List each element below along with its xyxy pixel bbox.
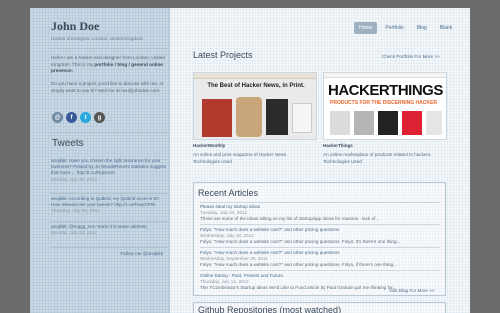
project-tech[interactable]: Technologies Used — [193, 159, 317, 164]
magazine-cover — [202, 99, 232, 137]
tweet-text: anujkkk: @mqgg_nnn Yeah! it is same addr… — [51, 224, 148, 229]
nav-portfolio[interactable]: Portfolio — [380, 22, 408, 34]
top-nav: Home Portfolio Blog Blank — [354, 22, 457, 34]
bio: Hello! I am a hacker and designer from L… — [51, 55, 166, 75]
thumb-header — [324, 73, 446, 78]
project-tech[interactable]: Technologies Used — [323, 159, 447, 164]
project-card[interactable]: HACKERTHINGS PRODUCTS FOR THE DISCERNING… — [323, 72, 447, 164]
tweet-time: Thursday, July 26, 2012 — [51, 208, 100, 214]
product-image — [402, 111, 422, 135]
nav-home[interactable]: Home — [354, 22, 378, 34]
divider — [50, 247, 168, 248]
sidebar: John Doe Hacker & Designer. London, Unit… — [30, 8, 170, 313]
divider — [50, 48, 168, 49]
recent-articles-panel: Recent Articles Please steal my startup … — [193, 182, 446, 296]
project-desc: An online marketplace of products relate… — [323, 152, 432, 157]
contact-text: Do you have a project you'd like to disc… — [51, 81, 164, 93]
product-image — [378, 111, 398, 135]
facebook-icon[interactable]: f — [66, 112, 77, 123]
follow-link[interactable]: Follow me @anujkkk — [121, 251, 163, 256]
project-thumbnail[interactable]: HACKERTHINGS PRODUCTS FOR THE DISCERNING… — [323, 72, 447, 140]
product-image — [330, 111, 350, 135]
twitter-icon[interactable]: t — [80, 112, 91, 123]
divider — [200, 202, 440, 203]
product-image — [354, 111, 374, 135]
article-item[interactable]: Folyo: "How much does a website cost?" a… — [200, 250, 440, 268]
portfolio-link[interactable]: Check Portfolio For More >> — [382, 54, 440, 59]
page: John Doe Hacker & Designer. London, Unit… — [30, 8, 470, 313]
nav-blank[interactable]: Blank — [435, 22, 458, 34]
article-item[interactable]: Folyo: "How much does a website cost?" a… — [200, 227, 440, 245]
thumb-headline: The Best of Hacker News, in Print. — [207, 83, 305, 89]
product-image — [426, 111, 442, 135]
articles-title: Recent Articles — [198, 188, 259, 198]
github-icon[interactable]: g — [94, 112, 105, 123]
article-summary: These are some of the ideas sitting on m… — [200, 216, 380, 221]
project-name: HackerThings — [323, 143, 353, 148]
divider — [50, 193, 168, 194]
projects-title: Latest Projects — [193, 50, 253, 60]
github-title: Github Repositories (most watched) — [198, 305, 342, 313]
social-icons: @ f t g — [52, 112, 105, 123]
article-item[interactable]: Please steal my startup ideas Tuesday, J… — [200, 204, 440, 222]
thumb-logo: HACKERTHINGS — [328, 82, 443, 99]
tweet-time: Monday, July 23, 2012 — [51, 230, 97, 236]
tweets-title: Tweets — [52, 138, 84, 149]
project-card[interactable]: The Best of Hacker News, in Print. Hacke… — [193, 72, 317, 164]
person-photo — [236, 97, 262, 137]
divider — [50, 132, 168, 133]
profile-tagline: Hacker & Designer. London, United Kingdo… — [51, 36, 144, 41]
project-name: HackerMonthly — [193, 143, 226, 148]
article-summary: Folyo: "How much does a website cost?" a… — [200, 239, 401, 244]
project-desc: An online and print magazine of Hacker N… — [193, 152, 288, 157]
tweet-text: anujkkk: According to Quibrid, my Quibri… — [51, 196, 161, 208]
article-summary: Folyo: "How much does a website cost?" a… — [200, 262, 397, 267]
thumb-header — [194, 73, 316, 79]
nav-blog[interactable]: Blog — [412, 22, 432, 34]
page-image — [292, 103, 312, 133]
profile-name: John Doe — [51, 19, 100, 33]
divider — [50, 221, 168, 222]
divider — [200, 270, 440, 271]
tweet-text: anujkkk: Have you chosen the right insur… — [51, 158, 167, 176]
thumb-subtitle: PRODUCTS FOR THE DISCERNING HACKER — [330, 100, 437, 106]
tablet-image — [266, 99, 288, 135]
blog-link[interactable]: Visit Blog For More >> — [389, 288, 435, 293]
tweet[interactable]: anujkkk: @mqgg_nnn Yeah! it is same addr… — [51, 224, 168, 236]
divider — [200, 224, 440, 225]
at-icon[interactable]: @ — [52, 112, 63, 123]
github-panel: Github Repositories (most watched) — [193, 302, 446, 313]
tweet[interactable]: anujkkk: Have you chosen the right insur… — [51, 158, 168, 183]
divider — [200, 247, 440, 248]
tweet-time: Monday, July 30, 2012 — [51, 176, 97, 182]
tweet[interactable]: anujkkk: According to Quibrid, my Quibri… — [51, 196, 168, 215]
project-thumbnail[interactable]: The Best of Hacker News, in Print. — [193, 72, 317, 140]
